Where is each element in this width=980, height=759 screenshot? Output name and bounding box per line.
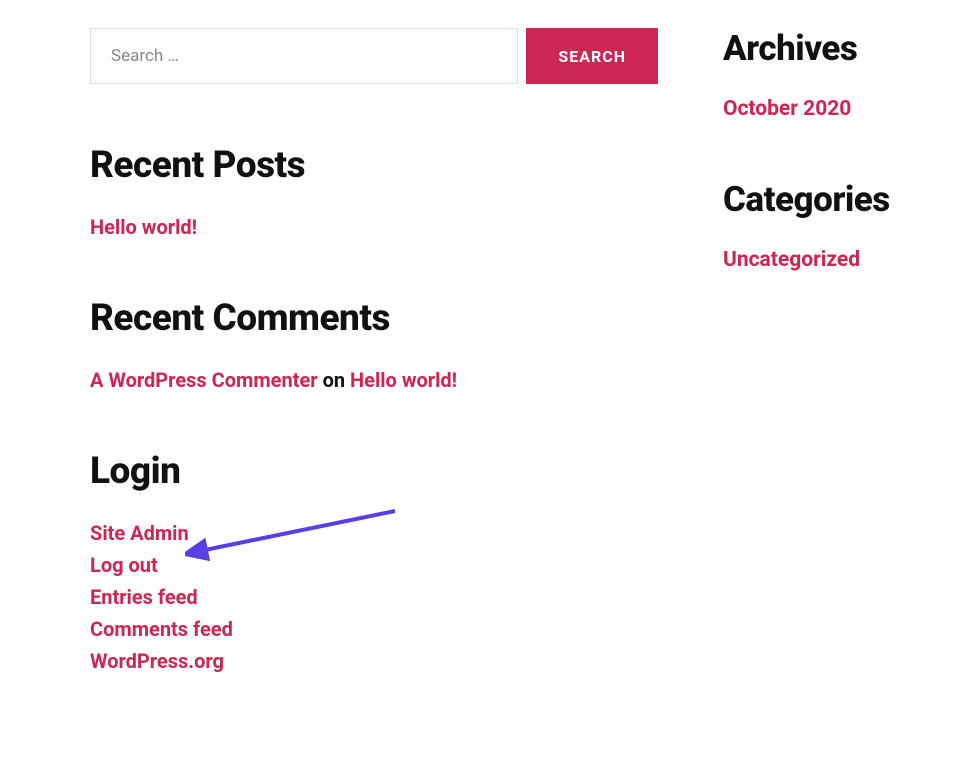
login-entries-feed-link[interactable]: Entries feed — [90, 585, 198, 609]
comment-on-text: on — [323, 368, 346, 392]
search-form: SEARCH — [90, 28, 658, 84]
login-heading: Login — [90, 450, 658, 493]
login-logout-link[interactable]: Log out — [90, 553, 158, 577]
login-wordpress-org-link[interactable]: WordPress.org — [90, 649, 224, 673]
login-site-admin-link[interactable]: Site Admin — [90, 521, 189, 545]
recent-posts-widget: Recent Posts Hello world! — [90, 144, 658, 239]
recent-comments-widget: Recent Comments A WordPress Commenter on… — [90, 297, 658, 392]
recent-comment-entry: A WordPress Commenter on Hello world! — [90, 368, 658, 392]
category-link[interactable]: Uncategorized — [723, 248, 890, 272]
recent-post-link[interactable]: Hello world! — [90, 215, 658, 239]
comment-author-link[interactable]: A WordPress Commenter — [90, 368, 318, 392]
search-button[interactable]: SEARCH — [526, 28, 658, 84]
recent-comments-heading: Recent Comments — [90, 297, 658, 340]
archives-widget: Archives October 2020 — [723, 28, 890, 121]
categories-widget: Categories Uncategorized — [723, 179, 890, 272]
recent-posts-heading: Recent Posts — [90, 144, 658, 187]
search-input[interactable] — [90, 28, 518, 84]
login-comments-feed-link[interactable]: Comments feed — [90, 617, 233, 641]
login-widget: Login Site Admin Log out Entries feed Co… — [90, 450, 658, 673]
comment-post-link[interactable]: Hello world! — [350, 368, 457, 392]
archives-heading: Archives — [723, 28, 890, 69]
archive-link[interactable]: October 2020 — [723, 97, 890, 121]
categories-heading: Categories — [723, 179, 890, 220]
